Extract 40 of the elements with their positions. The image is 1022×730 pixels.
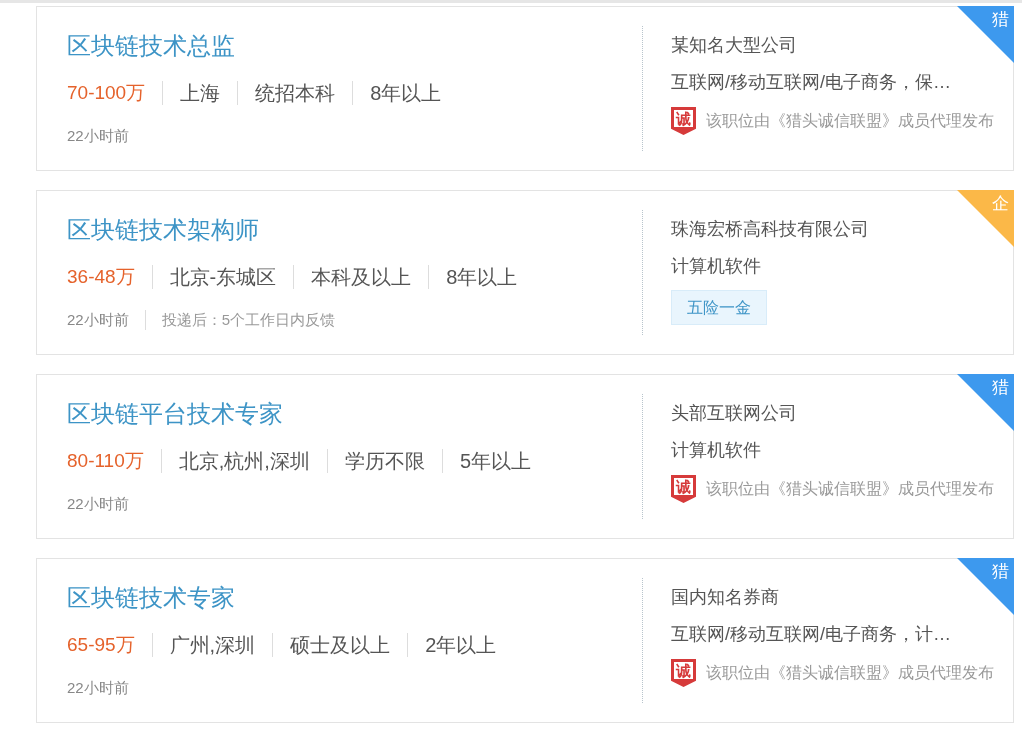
requirement-text: 8年以上 <box>446 265 518 290</box>
posted-time: 22小时前 <box>67 310 129 330</box>
salary-range: 80-110万 <box>67 449 144 473</box>
certification-note: 该职位由《猎头诚信联盟》成员代理发布 <box>706 111 994 131</box>
integrity-seal: 诚 <box>671 475 696 503</box>
salary-range: 36-48万 <box>67 265 135 289</box>
industry-text: 互联网/移动互联网/电子商务，计… <box>671 623 951 646</box>
requirement-text: 2年以上 <box>425 633 497 658</box>
corner-ribbon: 猎 <box>957 374 1014 431</box>
corner-ribbon: 猎 <box>957 558 1014 615</box>
requirement-text: 5年以上 <box>459 449 531 474</box>
requirement-text: 硕士及以上 <box>290 633 391 658</box>
industry-text: 计算机软件 <box>671 439 761 462</box>
salary-range: 70-100万 <box>67 81 146 105</box>
company-name-link[interactable]: 国内知名券商 <box>671 585 779 609</box>
posted-time: 22小时前 <box>67 494 129 514</box>
industry-text: 计算机软件 <box>671 255 761 278</box>
requirement-text: 统招本科 <box>255 81 336 106</box>
requirement-text: 北京-东城区 <box>169 265 277 290</box>
requirement-text: 8年以上 <box>370 81 442 106</box>
integrity-seal: 诚 <box>671 659 696 687</box>
requirement-text: 本科及以上 <box>311 265 412 290</box>
corner-ribbon: 企 <box>957 190 1014 247</box>
posted-time: 22小时前 <box>67 126 129 146</box>
certification-note: 该职位由《猎头诚信联盟》成员代理发布 <box>706 479 994 499</box>
company-name-link[interactable]: 头部互联网公司 <box>671 401 797 425</box>
benefit-tag: 五险一金 <box>671 290 767 325</box>
feedback-note: 投递后：5个工作日内反馈 <box>161 310 336 330</box>
requirement-text: 广州,深圳 <box>169 633 256 658</box>
salary-range: 65-95万 <box>67 633 135 657</box>
integrity-seal: 诚 <box>671 107 696 135</box>
requirement-text: 学历不限 <box>344 449 425 474</box>
requirement-text: 北京,杭州,深圳 <box>178 449 310 474</box>
corner-ribbon: 猎 <box>957 6 1014 63</box>
certification-note: 该职位由《猎头诚信联盟》成员代理发布 <box>706 663 994 683</box>
company-name-link[interactable]: 某知名大型公司 <box>671 33 797 57</box>
posted-time: 22小时前 <box>67 678 129 698</box>
industry-text: 互联网/移动互联网/电子商务，保… <box>671 71 951 94</box>
company-name-link[interactable]: 珠海宏桥高科技有限公司 <box>671 217 869 241</box>
requirement-text: 上海 <box>180 81 221 106</box>
